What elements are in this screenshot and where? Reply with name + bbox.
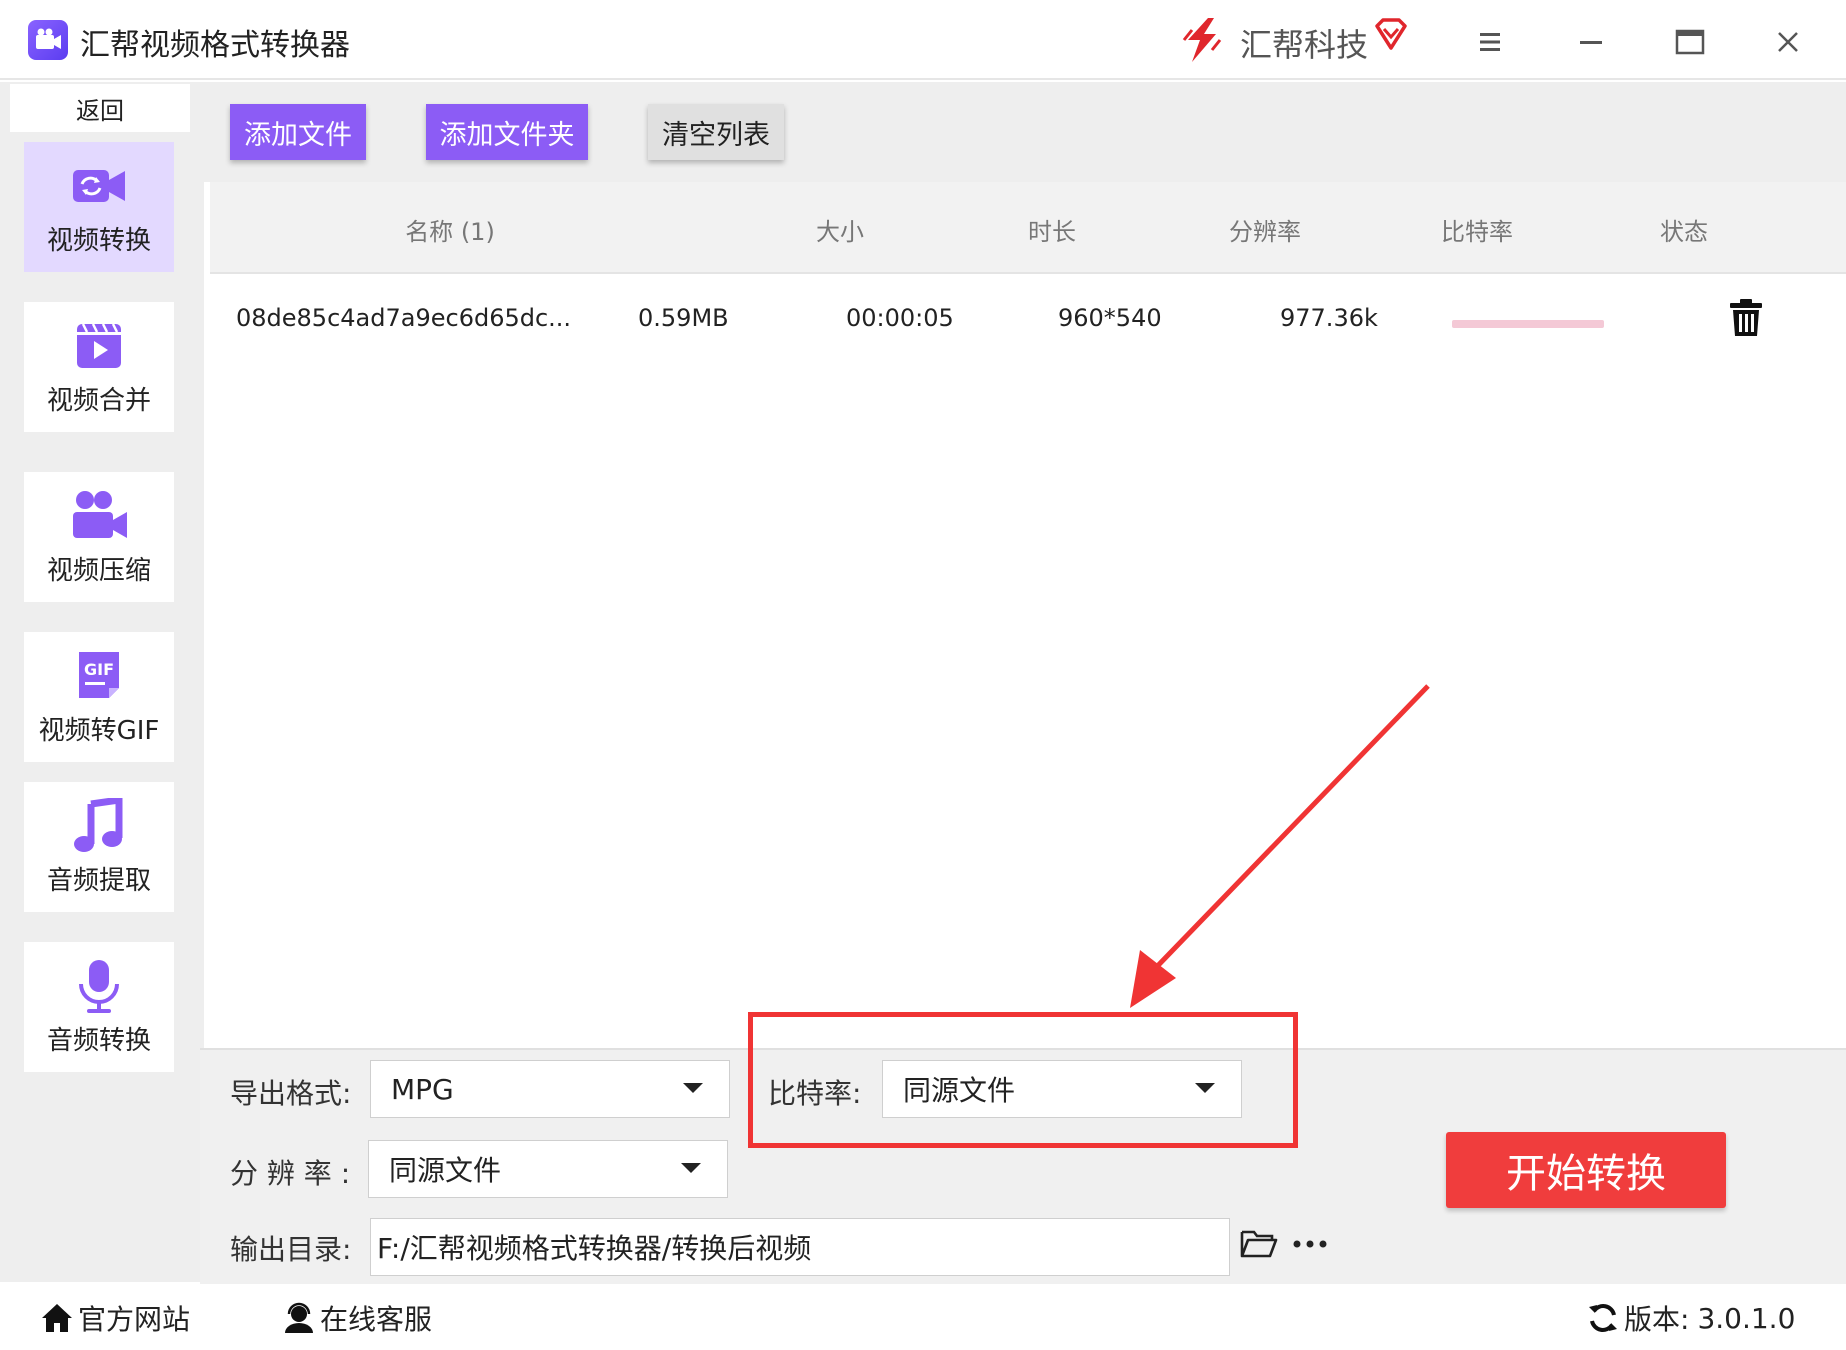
chevron-down-icon	[683, 1083, 703, 1093]
sidebar-item-audio-extract[interactable]: 音频提取	[24, 782, 174, 912]
brand-name[interactable]: 汇帮科技	[1240, 20, 1368, 66]
official-website-label: 官方网站	[78, 1303, 191, 1336]
vip-icon[interactable]	[1372, 16, 1410, 54]
version-info[interactable]: 版本: 3.0.1.0	[1586, 1298, 1795, 1338]
trash-icon[interactable]	[1728, 298, 1764, 338]
svg-text:GIF: GIF	[84, 660, 114, 679]
online-support-label: 在线客服	[320, 1303, 433, 1336]
add-file-button[interactable]: 添加文件	[230, 104, 366, 160]
sidebar-item-video-to-gif[interactable]: GIF 视频转GIF	[24, 632, 174, 762]
video-compress-icon	[73, 490, 127, 538]
column-header-duration: 时长	[1028, 218, 1076, 246]
file-name: 08de85c4ad7a9ec6d65dc...	[236, 304, 572, 332]
clear-list-button[interactable]: 清空列表	[648, 104, 784, 160]
sidebar-item-label: 音频提取	[46, 865, 151, 896]
sidebar: 返回 视频转换 视频合并 视频压缩 GIF 视频转GIF 音频提取 音频转换	[0, 82, 200, 1282]
resolution-select-value: 同源文件	[389, 1154, 502, 1187]
online-support-link[interactable]: 在线客服	[282, 1298, 432, 1338]
app-logo-icon	[28, 20, 68, 60]
sidebar-item-label: 音频转换	[46, 1025, 151, 1056]
add-folder-button[interactable]: 添加文件夹	[426, 104, 588, 160]
title-bar: 汇帮视频格式转换器 汇帮科技	[0, 0, 1846, 80]
home-icon	[42, 1304, 72, 1332]
refresh-icon	[1589, 1304, 1617, 1332]
toolbar: 添加文件 添加文件夹 清空列表	[200, 82, 1846, 182]
sidebar-item-video-merge[interactable]: 视频合并	[24, 302, 174, 432]
table-header: 名称 (1) 大小 时长 分辨率 比特率 状态 操作	[210, 182, 1846, 274]
annotation-highlight-box	[748, 1012, 1298, 1148]
file-table: 名称 (1) 大小 时长 分辨率 比特率 状态 操作 08de85c4ad7a9…	[200, 182, 1846, 1048]
video-convert-icon	[73, 169, 125, 202]
sidebar-item-video-convert[interactable]: 视频转换	[24, 142, 174, 272]
video-merge-icon	[77, 322, 121, 368]
sidebar-item-label: 视频合并	[46, 385, 151, 416]
resolution-select[interactable]: 同源文件	[368, 1140, 728, 1198]
gif-icon: GIF	[79, 651, 119, 698]
official-website-link[interactable]: 官方网站	[40, 1298, 190, 1338]
brand-logo-icon	[1182, 18, 1222, 62]
music-note-icon	[74, 797, 123, 852]
footer-bar: 官方网站 在线客服 版本: 3.0.1.0	[0, 1284, 1846, 1350]
column-header-bitrate: 比特率	[1441, 218, 1513, 246]
sidebar-item-audio-convert[interactable]: 音频转换	[24, 942, 174, 1072]
column-header-resolution: 分辨率	[1229, 218, 1301, 246]
column-header-size: 大小	[816, 218, 864, 246]
format-label: 导出格式:	[230, 1077, 352, 1110]
app-title: 汇帮视频格式转换器	[80, 28, 350, 63]
file-resolution: 960*540	[1058, 304, 1162, 332]
back-button[interactable]: 返回	[10, 84, 190, 132]
output-path-input[interactable]: F:/汇帮视频格式转换器/转换后视频	[370, 1218, 1230, 1276]
folder-open-icon[interactable]	[1240, 1226, 1278, 1260]
sidebar-item-label: 视频压缩	[46, 555, 151, 586]
chevron-down-icon	[681, 1163, 701, 1173]
more-options-icon[interactable]	[1292, 1234, 1328, 1254]
table-row[interactable]: 08de85c4ad7a9ec6d65dc... 0.59MB 00:00:05…	[210, 276, 1846, 366]
annotation-arrow-icon	[1130, 684, 1430, 1008]
file-size: 0.59MB	[638, 304, 729, 332]
menu-icon[interactable]	[1470, 22, 1510, 62]
version-value: 3.0.1.0	[1697, 1301, 1796, 1335]
file-duration: 00:00:05	[846, 304, 954, 332]
column-header-status: 状态	[1660, 218, 1708, 246]
column-header-name[interactable]: 名称 (1)	[350, 212, 550, 247]
customer-service-icon	[285, 1302, 313, 1333]
close-icon[interactable]	[1768, 22, 1808, 62]
version-label: 版本:	[1624, 1303, 1690, 1336]
sidebar-item-label: 视频转换	[46, 225, 151, 256]
sidebar-item-video-compress[interactable]: 视频压缩	[24, 472, 174, 602]
microphone-icon	[79, 959, 119, 1013]
maximize-icon[interactable]	[1670, 22, 1710, 62]
sidebar-item-label: 视频转GIF	[38, 715, 160, 746]
minimize-icon[interactable]	[1570, 22, 1610, 62]
format-select-value: MPG	[391, 1072, 454, 1106]
output-dir-label: 输出目录:	[230, 1233, 352, 1266]
format-select[interactable]: MPG	[370, 1060, 730, 1118]
start-convert-button[interactable]: 开始转换	[1446, 1132, 1726, 1208]
status-progress-bar	[1452, 320, 1604, 328]
resolution-label: 分 辨 率 :	[230, 1157, 351, 1190]
file-bitrate: 977.36k	[1280, 304, 1378, 332]
